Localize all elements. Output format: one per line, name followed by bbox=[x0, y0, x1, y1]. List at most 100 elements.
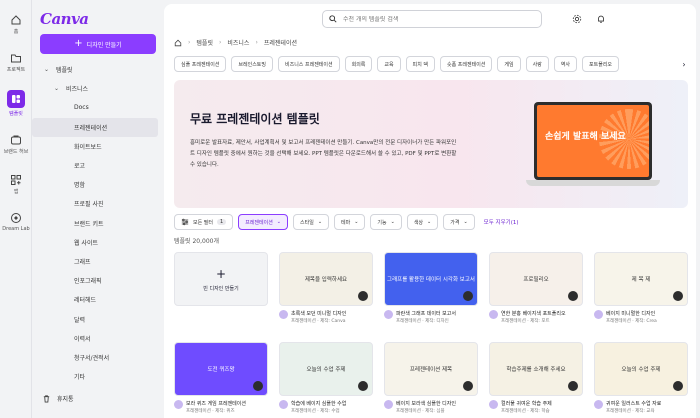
template-card[interactable]: 학습주제를 소개해 주세요 컬러풀 귀여운 학습 주제 프레젠테이션 · 제작: 학… bbox=[489, 342, 583, 414]
filter-dropdown[interactable]: 가격 ⌄ bbox=[443, 214, 475, 230]
category-chip[interactable]: 브레인스토밍 bbox=[231, 56, 273, 72]
sidebar-item[interactable]: 화이트보드 bbox=[32, 137, 162, 156]
sidebar-item[interactable]: ⌄ 템플릿 bbox=[32, 60, 162, 79]
filter-dropdown[interactable]: 기능 ⌄ bbox=[370, 214, 402, 230]
rail-apps[interactable]: 앱 bbox=[0, 174, 32, 195]
template-thumbnail[interactable]: 오늘의 수업 주제 bbox=[594, 342, 688, 396]
template-thumbnail[interactable]: 제목을 입력하세요 bbox=[279, 252, 373, 306]
template-card[interactable]: 그래프를 활용한 데이터 시각화 보고서 파란색 그래프 데이터 보고서 프레젠테이… bbox=[384, 252, 478, 324]
breadcrumb-item[interactable]: 비즈니스 bbox=[227, 38, 249, 47]
sidebar-item[interactable]: 로고 bbox=[32, 156, 162, 175]
category-chip[interactable]: 포트폴리오 bbox=[582, 56, 620, 72]
filter-dropdown[interactable]: 스타일 ⌄ bbox=[293, 214, 330, 230]
category-chip[interactable]: 비즈니스 프레젠테이션 bbox=[278, 56, 340, 72]
template-thumbnail[interactable]: 학습주제를 소개해 주세요 bbox=[489, 342, 583, 396]
chevron-right-icon[interactable]: › bbox=[676, 56, 692, 72]
chevron-down-icon[interactable]: ⌄ bbox=[44, 66, 52, 73]
template-card[interactable]: 오늘의 수업 주제 학습에 베이지 심플한 수업 프레젠테이션 · 제작: 수업 bbox=[279, 342, 373, 414]
template-card[interactable]: 프로필리오 연한 분홍 베이지색 포트폴리오 프레젠테이션 · 제작: 포트 bbox=[489, 252, 583, 324]
search-input[interactable] bbox=[343, 15, 533, 23]
sidebar-item[interactable]: 이력서 bbox=[32, 329, 162, 348]
category-chip[interactable]: 게임 bbox=[497, 56, 521, 72]
template-subtitle: 프레젠테이션 · 제작: 퀴즈 bbox=[186, 409, 235, 414]
trash-label: 휴지통 bbox=[57, 396, 74, 403]
sidebar-item[interactable]: 그래프 bbox=[32, 252, 162, 271]
template-thumbnail[interactable]: 프로필리오 bbox=[489, 252, 583, 306]
sidebar-item[interactable]: 웹 사이트 bbox=[32, 233, 162, 252]
canva-logo[interactable]: Canva bbox=[40, 10, 89, 28]
gear-icon[interactable] bbox=[572, 14, 582, 24]
template-card[interactable]: 프레젠테이션 제목 베이지 보라색 심플한 디자인 프레젠테이션 · 제작: 심플 bbox=[384, 342, 478, 414]
template-card[interactable]: 제 목 제베이지 미니멀한 디자인프레젠테이션 · 제작: Crea bbox=[594, 252, 688, 324]
crown-icon bbox=[673, 381, 683, 391]
sidebar-item-label: Docs bbox=[74, 104, 89, 112]
filter-dropdown[interactable]: 색상 ⌄ bbox=[406, 214, 439, 230]
template-title[interactable]: 베이지 미니멀한 디자인 bbox=[606, 310, 657, 317]
template-title[interactable]: 귀여운 일러스트 수업 자료 bbox=[606, 400, 661, 407]
blank-design-card[interactable]: + 빈 디자인 만들기 bbox=[174, 252, 268, 306]
category-chip[interactable]: 교육 bbox=[377, 56, 401, 72]
clear-all-link[interactable]: 모두 지우기(1) bbox=[484, 218, 519, 226]
thumbnail-text: 제 목 제 bbox=[631, 277, 651, 283]
template-thumbnail[interactable]: 프레젠테이션 제목 bbox=[384, 342, 478, 396]
category-chip[interactable]: 역사 bbox=[553, 56, 577, 72]
breadcrumb-item[interactable]: 템플릿 bbox=[196, 38, 213, 47]
template-title[interactable]: 보라 퀴즈 게임 프레젠테이션 bbox=[186, 400, 246, 407]
create-design-button[interactable]: + 디자인 만들기 bbox=[40, 34, 156, 54]
thumbnail-text: 프레젠테이션 제목 bbox=[409, 367, 453, 373]
sidebar-item[interactable]: 명함 bbox=[32, 175, 162, 194]
template-title[interactable]: 컬러풀 귀여운 학습 주제 bbox=[501, 400, 552, 407]
template-title[interactable]: 학습에 베이지 심플한 수업 bbox=[291, 400, 346, 407]
sidebar-item[interactable]: 달력 bbox=[32, 309, 162, 328]
sidebar-item-label: 명함 bbox=[74, 182, 86, 190]
sidebar-item[interactable]: 기타 bbox=[32, 367, 162, 386]
sidebar-item[interactable]: Docs bbox=[32, 98, 162, 117]
category-chip[interactable]: 사랑 bbox=[525, 56, 549, 72]
crown-icon bbox=[568, 381, 578, 391]
template-title[interactable]: 베이지 보라색 심플한 디자인 bbox=[396, 400, 456, 407]
template-title[interactable]: 초록색 모던 미니멀 디자인 bbox=[291, 310, 346, 317]
category-chip[interactable]: 피치 덱 bbox=[405, 56, 435, 72]
all-filters-button[interactable]: 모든 필터 1 bbox=[174, 214, 234, 230]
blank-thumb[interactable]: + 빈 디자인 만들기 bbox=[174, 252, 268, 306]
rail-home[interactable]: 홈 bbox=[0, 14, 32, 35]
trash-link[interactable]: 휴지통 bbox=[42, 394, 74, 403]
template-title[interactable]: 파란색 그래프 데이터 보고서 bbox=[396, 310, 456, 317]
sidebar-item[interactable]: 인포그래픽 bbox=[32, 271, 162, 290]
apps-icon bbox=[11, 175, 21, 185]
filter-dropdown[interactable]: 테마 ⌄ bbox=[334, 214, 366, 230]
home-icon[interactable] bbox=[174, 39, 182, 47]
avatar bbox=[279, 310, 288, 319]
rail-dream-lab[interactable]: Dream Lab bbox=[0, 212, 32, 232]
template-card[interactable]: 제목을 입력하세요초록색 모던 미니멀 디자인프레젠테이션 · 제작: Canv… bbox=[279, 252, 373, 324]
rail-templates[interactable]: 템플릿 bbox=[0, 90, 32, 117]
template-thumbnail[interactable]: 제 목 제 bbox=[594, 252, 688, 306]
template-thumbnail[interactable]: 오늘의 수업 주제 bbox=[279, 342, 373, 396]
template-thumbnail[interactable]: 도전 퀴즈왕 bbox=[174, 342, 268, 396]
filter-dropdown[interactable]: 프레젠테이션 ⌄ bbox=[238, 214, 288, 230]
rail-projects[interactable]: 프로젝트 bbox=[0, 52, 32, 73]
category-chip[interactable]: 회의록 bbox=[344, 56, 373, 72]
bell-icon[interactable] bbox=[596, 14, 606, 24]
sidebar-item[interactable]: 프로필 사진 bbox=[32, 194, 162, 213]
template-title[interactable]: 연한 분홍 베이지색 포트폴리오 bbox=[501, 310, 566, 317]
sidebar-item-label: 청구서/견적서 bbox=[74, 354, 110, 362]
search-icon bbox=[329, 15, 337, 23]
template-card[interactable]: 오늘의 수업 주제 귀여운 일러스트 수업 자료 프레젠테이션 · 제작: 교육 bbox=[594, 342, 688, 414]
search-bar[interactable] bbox=[322, 10, 542, 28]
sidebar-item[interactable]: 청구서/견적서 bbox=[32, 348, 162, 367]
sidebar-item[interactable]: 프레젠테이션 bbox=[32, 117, 158, 137]
crown-icon bbox=[253, 381, 263, 391]
rail-brand-hub[interactable]: 브랜드 허브 bbox=[0, 134, 32, 155]
template-card[interactable]: 도전 퀴즈왕보라 퀴즈 게임 프레젠테이션프레젠테이션 · 제작: 퀴즈 bbox=[174, 342, 268, 414]
sidebar-item[interactable]: 브랜드 키트 bbox=[32, 214, 162, 233]
template-thumbnail[interactable]: 그래프를 활용한 데이터 시각화 보고서 bbox=[384, 252, 478, 306]
chevron-down-icon[interactable]: ⌄ bbox=[54, 85, 62, 92]
template-subtitle: 프레젠테이션 · 제작: Canva bbox=[291, 319, 346, 324]
sidebar-item[interactable]: 레터헤드 bbox=[32, 290, 162, 309]
sidebar-item-label: 프로필 사진 bbox=[74, 201, 104, 209]
category-chip[interactable]: 숏폼 프레젠테이션 bbox=[440, 56, 493, 72]
category-chip[interactable]: 심플 프레젠테이션 bbox=[174, 56, 227, 72]
sidebar-item[interactable]: ⌄ 비즈니스 bbox=[32, 79, 162, 98]
template-subtitle: 프레젠테이션 · 제작: Crea bbox=[606, 319, 657, 324]
